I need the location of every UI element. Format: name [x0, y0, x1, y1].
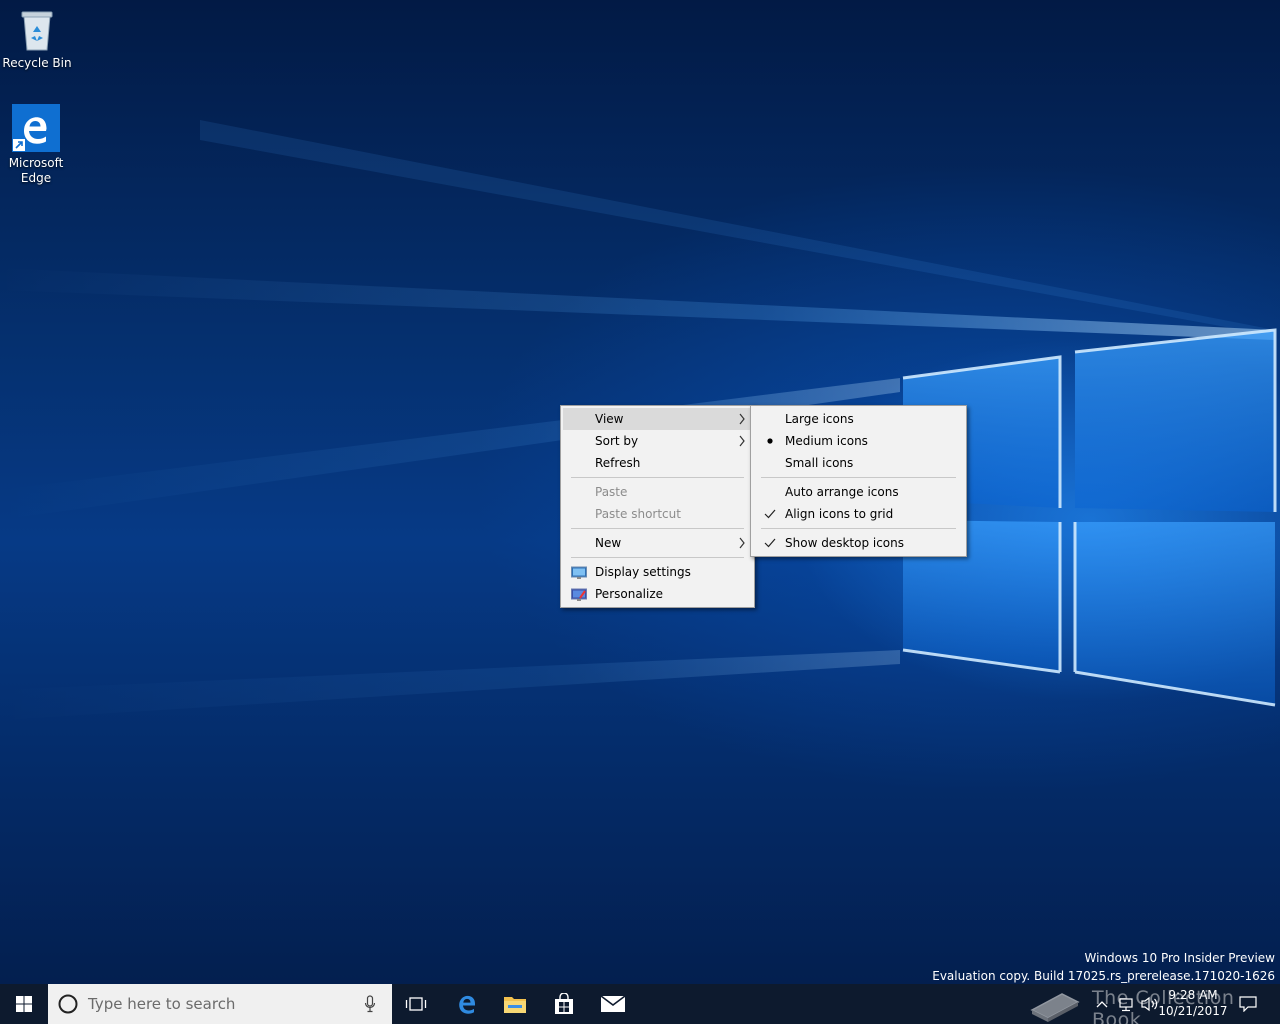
menu-item-label: Refresh [595, 456, 641, 470]
taskbar-store-button[interactable] [540, 984, 588, 1024]
submenu-item-auto-arrange-icons[interactable]: Auto arrange icons [753, 481, 964, 503]
taskbar-file-explorer-button[interactable] [491, 984, 539, 1024]
display-icon [571, 565, 587, 579]
bullet-icon [763, 430, 777, 452]
menu-separator [761, 528, 956, 529]
watermark-edition: Windows 10 Pro Insider Preview [1084, 951, 1275, 965]
menu-item-label: Paste shortcut [595, 507, 681, 521]
start-button[interactable] [0, 984, 48, 1024]
cortana-icon [58, 994, 78, 1014]
submenu-item-align-icons-to-grid[interactable]: Align icons to grid [753, 503, 964, 525]
menu-item-display-settings[interactable]: Display settings [563, 561, 752, 583]
personalize-icon [571, 587, 587, 601]
submenu-item-small-icons[interactable]: Small icons [753, 452, 964, 474]
submenu-item-large-icons[interactable]: Large icons [753, 408, 964, 430]
desktop-icon-label: Recycle Bin [2, 56, 72, 70]
checkmark-icon [763, 503, 777, 525]
watermark-overlay-text: The Collection Book [1092, 987, 1235, 1024]
menu-item-label: View [595, 412, 624, 426]
menu-item-label: Medium icons [785, 434, 868, 448]
windows-logo-icon [16, 996, 32, 1012]
menu-item-sort-by[interactable]: Sort by [563, 430, 752, 452]
taskbar-edge-button[interactable] [443, 984, 491, 1024]
desktop-icon-label: Microsoft Edge [8, 156, 64, 185]
menu-item-label: New [595, 536, 622, 550]
book-logo-icon [1030, 993, 1080, 1022]
taskbar-mail-button[interactable] [589, 984, 637, 1024]
edge-icon [459, 995, 475, 1014]
menu-separator [571, 557, 744, 558]
menu-separator [761, 477, 956, 478]
store-icon [555, 993, 573, 1014]
mail-icon [600, 995, 626, 1012]
search-input[interactable]: Type here to search [48, 984, 392, 1024]
menu-item-refresh[interactable]: Refresh [563, 452, 752, 474]
chevron-right-icon [738, 532, 746, 561]
desktop-icon-recycle-bin[interactable]: Recycle Bin [0, 8, 75, 71]
task-view-button[interactable] [392, 984, 440, 1024]
watermark-build: Evaluation copy. Build 17025.rs_prerelea… [932, 969, 1275, 983]
menu-item-paste[interactable]: Paste [563, 481, 752, 503]
menu-item-label: Personalize [595, 587, 664, 601]
task-view-icon [405, 997, 427, 1011]
desktop-icon-microsoft-edge[interactable]: Microsoft Edge [0, 104, 74, 186]
menu-item-label: Large icons [785, 412, 854, 426]
menu-item-view[interactable]: View [563, 408, 752, 430]
menu-item-label: Auto arrange icons [785, 485, 899, 499]
submenu-item-show-desktop-icons[interactable]: Show desktop icons [753, 532, 964, 554]
checkmark-icon [763, 532, 777, 554]
search-placeholder: Type here to search [88, 995, 236, 1013]
menu-item-label: Small icons [785, 456, 854, 470]
menu-item-new[interactable]: New [563, 532, 752, 554]
build-watermark: Windows 10 Pro Insider Preview Evaluatio… [932, 949, 1275, 985]
menu-item-paste-shortcut[interactable]: Paste shortcut [563, 503, 752, 525]
menu-item-label: Show desktop icons [785, 536, 905, 550]
menu-item-label: Align icons to grid [785, 507, 894, 521]
menu-item-label: Sort by [595, 434, 639, 448]
edge-icon [12, 104, 60, 152]
menu-item-label: Paste [595, 485, 628, 499]
file-explorer-icon [504, 997, 526, 1013]
menu-separator [571, 528, 744, 529]
desktop-context-menu: View Sort by Refresh Paste Paste shortcu… [560, 405, 755, 608]
recycle-bin-icon [21, 11, 53, 51]
menu-item-personalize[interactable]: Personalize [563, 583, 752, 605]
view-submenu: Large icons Medium icons Small icons Aut… [750, 405, 967, 557]
submenu-item-medium-icons[interactable]: Medium icons [753, 430, 964, 452]
taskbar: Type here to search 9:28 AM 10/21/2017 [0, 984, 1280, 1024]
menu-item-label: Display settings [595, 565, 691, 579]
menu-separator [571, 477, 744, 478]
microphone-icon[interactable] [364, 995, 376, 1013]
